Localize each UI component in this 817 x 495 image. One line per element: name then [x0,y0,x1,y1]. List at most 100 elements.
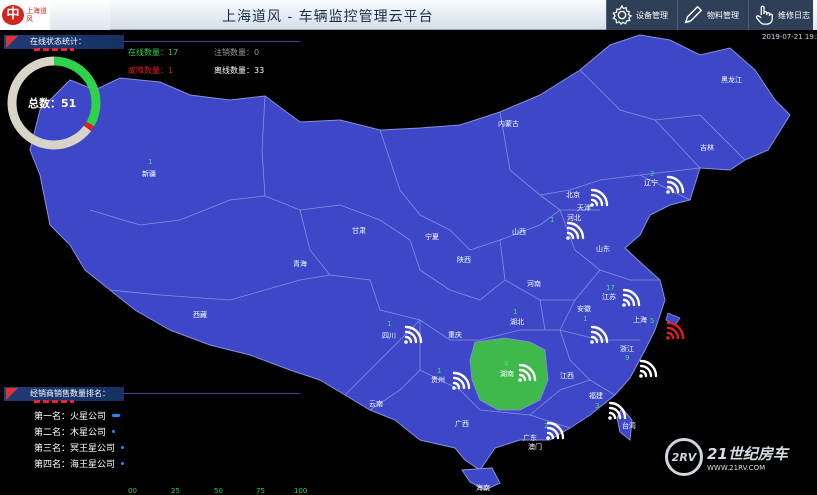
ranking-panel-divider [124,393,300,394]
fault-count: 故障数量：1 [128,65,173,76]
ranking-panel-title: 经销商销售数量排名： [4,387,124,403]
province-label: 湖南 [500,369,514,378]
title-corner-mark [6,388,18,400]
fault-label: 故障数量： [128,66,168,75]
vehicle-count: 4 [504,360,509,368]
ranking-panel-title-text: 经销商销售数量排名： [30,389,110,398]
province-label: 吉林 [700,143,714,152]
material-management-label: 物料管理 [707,10,739,20]
toolbar: 设备管理 物料管理 维修日志 [606,0,813,30]
province-label: 广东 [523,433,537,442]
status-panel-divider [124,41,300,42]
ranking-bar [121,461,125,465]
watermark: 2RV 21世纪房车 WWW.21RV.COM [665,438,788,476]
maintenance-log-button[interactable]: 维修日志 [748,0,813,30]
maintenance-log-label: 维修日志 [778,10,810,20]
device-management-button[interactable]: 设备管理 [606,0,677,30]
province-label: 海南 [476,483,490,492]
app-title: 上海道风 - 车辆监控管理云平台 [222,9,434,25]
province-label: 甘肃 [352,226,366,235]
province-label: 西藏 [193,310,207,319]
offline-value: 33 [254,66,265,75]
axis-tick: 00 [128,487,137,495]
province-label: 山西 [512,227,526,236]
logo-text: 上海道风 [26,7,47,23]
axis-tick: 25 [171,487,180,495]
total-value: 51 [61,97,77,110]
device-management-label: 设备管理 [636,10,668,20]
ranking-bar [121,445,125,449]
axis-tick: 75 [256,487,265,495]
online-value: 17 [168,48,179,57]
online-count: 在线数量：17 [128,47,178,58]
province-label: 江西 [560,372,574,380]
total-label: 总数： [28,97,61,110]
pencil-icon [684,5,703,24]
logo: 中 上海道风 [0,0,50,30]
status-panel-title: 在线状态统计： [4,35,124,51]
logo-emblem: 中 [2,5,24,25]
province-label: 福建 [589,391,603,400]
province-label: 内蒙古 [498,119,519,128]
province-label: 安徽 [577,304,591,313]
province-label: 辽宁 [644,178,658,187]
axis-tick: 100 [294,487,308,495]
material-management-button[interactable]: 物料管理 [677,0,748,30]
signal-icon[interactable] [639,359,658,378]
province-label: 台湾 [622,421,636,430]
province-label: 宁夏 [425,232,439,241]
offline-label: 离线数量： [214,66,254,75]
vehicle-count: 1 [583,315,587,323]
vehicle-count: 5 [650,317,654,325]
province-label: 河南 [527,279,541,288]
header-bar: 中 上海道风 上海道风 - 车辆监控管理云平台 设备管理 物料管理 维修日志 [0,0,817,30]
ranking-bar [112,429,116,433]
province-label: 陕西 [457,255,471,264]
watermark-url: WWW.21RV.COM [707,463,766,472]
province-label: 上海 [633,315,647,324]
title-dash-decoration [34,400,74,403]
watermark-brand: 21世纪房车 [707,444,788,463]
province-label: 重庆 [448,330,462,339]
ranking-label: 第四名：海王星公司 [34,459,116,470]
total-count: 总数：51 [28,95,76,111]
vehicle-count: 1 [387,320,391,328]
ranking-bar [112,413,121,417]
province-label: 澳门 [528,442,542,451]
vehicle-count: 17 [606,284,615,292]
title-dash-decoration [34,48,74,51]
map-land [29,34,791,491]
ranking-item: 第四名：海王星公司 [34,455,125,471]
ranking-label: 第二名：木星公司 [34,427,107,438]
province-label: 湖北 [510,317,524,326]
province-label: 天津 [577,204,591,212]
ranking-item: 第三名：冥王星公司 [34,439,125,455]
ranking-list: 第一名：火星公司 第二名：木星公司 第三名：冥王星公司 第四名：海王星公司 [34,407,125,471]
vehicle-count: 1 [550,216,554,224]
ranking-item: 第一名：火星公司 [34,407,124,423]
cancelled-label: 注销数量： [214,48,254,57]
province-label: 贵州 [431,375,445,384]
watermark-badge: 2RV [665,438,703,476]
province-label: 河北 [567,214,581,222]
title-corner-mark [6,36,18,48]
province-label: 江苏 [602,292,616,301]
province-label: 北京 [566,190,580,199]
status-panel-title-text: 在线状态统计： [30,37,86,46]
signal-alert-icon[interactable] [666,321,685,340]
vehicle-count: 2 [650,170,654,178]
province-label: 青海 [293,259,307,268]
ranking-item: 第二名：木星公司 [34,423,124,439]
cancelled-value: 0 [254,48,260,57]
province-label: 黑龙江 [721,75,742,84]
province-label: 四川 [382,332,396,340]
fault-value: 1 [168,66,174,75]
vehicle-count: 1 [148,158,152,166]
vehicle-count: 9 [625,354,629,362]
ranking-label: 第三名：冥王星公司 [34,443,116,454]
vehicle-count: 1 [437,367,441,375]
online-label: 在线数量： [128,48,168,57]
cancelled-count: 注销数量：0 [214,47,259,58]
hand-pointer-icon [755,5,773,25]
vehicle-count: 3 [595,402,599,410]
